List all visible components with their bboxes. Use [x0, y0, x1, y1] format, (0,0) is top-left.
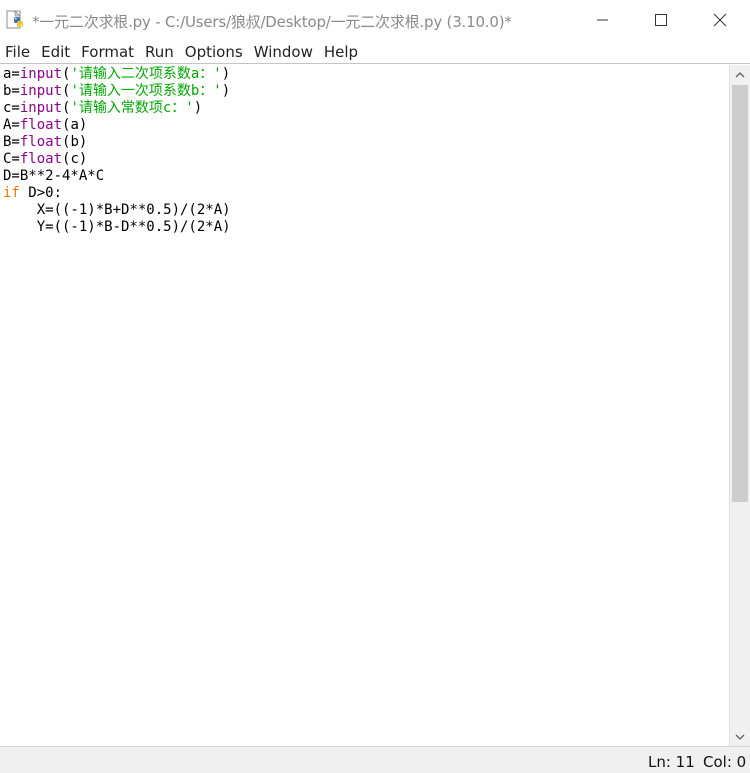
code-line[interactable]: B=float(b) [3, 134, 231, 151]
code-line[interactable]: c=input('请输入常数项c：') [3, 100, 231, 117]
menu-help[interactable]: Help [319, 41, 364, 63]
code-line[interactable]: a=input('请输入二次项系数a：') [3, 66, 231, 83]
code-line[interactable]: C=float(c) [3, 151, 231, 168]
python-idle-icon [6, 10, 26, 30]
builtin-token: input [19, 100, 63, 116]
code-line[interactable]: b=input('请输入一次项系数b：') [3, 83, 231, 100]
scroll-up-button[interactable] [730, 66, 750, 83]
builtin-token: float [19, 134, 63, 150]
code-line[interactable]: Y=((-1)*B-D**0.5)/(2*A) [3, 219, 231, 236]
code-line[interactable]: X=((-1)*B+D**0.5)/(2*A) [3, 202, 231, 219]
code-token: B= [3, 134, 20, 150]
menu-file[interactable]: File [0, 41, 36, 63]
string-token: '请输入二次项系数a：' [70, 66, 222, 82]
code-token: ) [221, 83, 231, 99]
chevron-down-icon [735, 734, 745, 740]
code-token: (a) [62, 117, 88, 133]
code-token: Y=((-1)*B-D**0.5)/(2*A) [3, 219, 231, 235]
code-token: (c) [62, 151, 88, 167]
builtin-token: input [19, 66, 63, 82]
menu-run[interactable]: Run [140, 41, 180, 63]
code-token: a= [3, 66, 20, 82]
code-line[interactable]: D=B**2-4*A*C [3, 168, 231, 185]
builtin-token: float [19, 117, 63, 133]
menu-format[interactable]: Format [76, 41, 140, 63]
code-token: D=B**2-4*A*C [3, 168, 105, 184]
code-editor[interactable]: a=input('请输入二次项系数a：') b=input('请输入一次项系数b：… [0, 65, 729, 746]
menu-window[interactable]: Window [249, 41, 319, 63]
code-token: ) [193, 100, 203, 116]
code-token: b= [3, 83, 20, 99]
chevron-up-icon [735, 71, 745, 77]
string-token: '请输入一次项系数b：' [70, 83, 222, 99]
code-line[interactable]: A=float(a) [3, 117, 231, 134]
status-line-number: Ln: 11 [648, 753, 695, 771]
menu-options[interactable]: Options [180, 41, 249, 63]
vertical-scrollbar[interactable] [729, 65, 750, 746]
minimize-icon [597, 19, 608, 21]
code-line[interactable]: if D>0: [3, 185, 231, 202]
code-token: D>0: [19, 185, 63, 201]
menu-bar: File Edit Format Run Options Window Help [0, 40, 750, 64]
close-button[interactable] [691, 0, 749, 40]
code-token: ) [221, 66, 231, 82]
minimize-button[interactable] [574, 0, 632, 40]
window-title: *一元二次求根.py - C:/Users/狼叔/Desktop/一元二次求根.… [32, 13, 512, 31]
scroll-thumb[interactable] [732, 85, 748, 502]
builtin-token: float [19, 151, 63, 167]
code-token: X=((-1)*B+D**0.5)/(2*A) [3, 202, 231, 218]
code-token: C= [3, 151, 20, 167]
code-token: A= [3, 117, 20, 133]
maximize-icon [655, 14, 667, 26]
maximize-button[interactable] [632, 0, 690, 40]
code-token: c= [3, 100, 20, 116]
keyword-token: if [3, 185, 20, 201]
code-token: (b) [62, 134, 88, 150]
status-bar: Ln: 11 Col: 0 [0, 746, 750, 773]
scroll-down-button[interactable] [730, 728, 750, 745]
title-bar[interactable]: *一元二次求根.py - C:/Users/狼叔/Desktop/一元二次求根.… [0, 0, 750, 40]
builtin-token: input [19, 83, 63, 99]
status-column-number: Col: 0 [703, 753, 747, 771]
code-text[interactable]: a=input('请输入二次项系数a：') b=input('请输入一次项系数b：… [3, 66, 231, 236]
string-token: '请输入常数项c：' [70, 100, 194, 116]
menu-edit[interactable]: Edit [36, 41, 76, 63]
close-icon [713, 13, 727, 27]
